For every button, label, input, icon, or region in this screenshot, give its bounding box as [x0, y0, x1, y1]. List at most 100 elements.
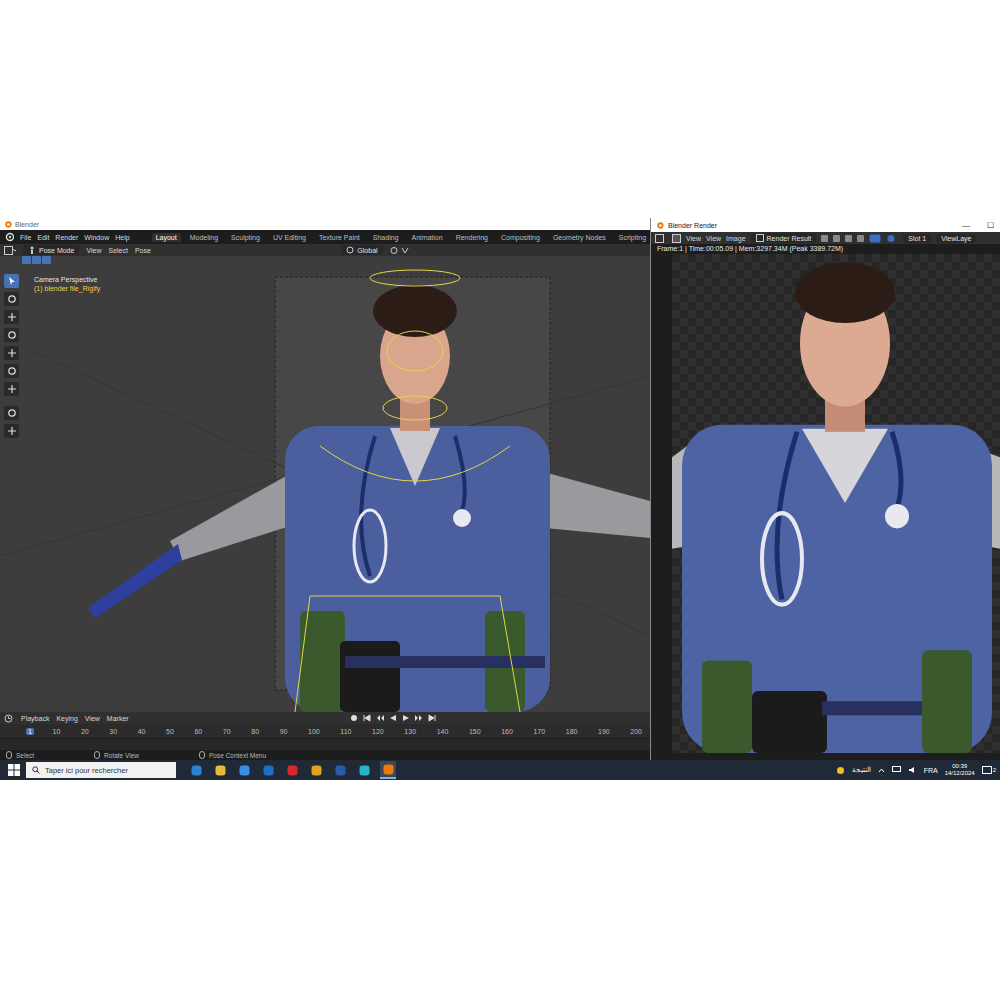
workspace-tab[interactable]: Geometry Nodes — [549, 233, 610, 242]
status-hint-label: Rotate View — [104, 752, 139, 759]
status-hint-label: Select — [16, 752, 34, 759]
workspace-tab[interactable]: UV Editing — [269, 233, 310, 242]
select-mode-button[interactable] — [42, 256, 51, 264]
image-dropdown[interactable]: Render Result — [751, 233, 817, 243]
windows-start-icon[interactable] — [8, 764, 20, 776]
image-action-button[interactable] — [857, 235, 864, 242]
select-tool-button[interactable] — [4, 274, 19, 288]
image-action-button[interactable] — [833, 235, 840, 242]
workspace-tab[interactable]: Compositing — [497, 233, 544, 242]
timeline-menu-item[interactable]: Marker — [107, 715, 129, 722]
snapping-icon[interactable] — [390, 246, 414, 255]
search-box[interactable]: Taper ici pour rechercher — [26, 762, 176, 778]
jump-end-icon[interactable] — [428, 714, 436, 722]
header-menu-item[interactable]: Pose — [135, 247, 151, 254]
view-mode-icon[interactable] — [672, 234, 681, 243]
next-key-icon[interactable] — [415, 714, 423, 722]
image-action-button[interactable] — [845, 235, 852, 242]
taskbar-app-button[interactable] — [356, 761, 372, 779]
tool-button[interactable] — [4, 364, 19, 378]
menu-item[interactable]: File — [20, 234, 31, 241]
play-icon[interactable] — [402, 714, 410, 722]
input-language[interactable]: FRA — [924, 767, 938, 774]
timeline-menu-item[interactable]: View — [85, 715, 100, 722]
taskbar-app-button[interactable] — [236, 761, 252, 779]
taskbar-app-button[interactable] — [188, 761, 204, 779]
zoom-icon[interactable] — [869, 234, 881, 243]
editor-type-icon[interactable] — [655, 234, 667, 243]
timeline-menu-item[interactable]: Playback — [21, 715, 49, 722]
render-result-image[interactable] — [672, 254, 1000, 753]
frame-number: 120 — [370, 728, 386, 735]
weather-label[interactable]: النتيجة — [852, 766, 871, 774]
image-menu-item[interactable]: View — [706, 235, 721, 242]
image-menu-item[interactable]: View — [686, 235, 701, 242]
speaker-icon[interactable] — [908, 766, 917, 774]
notification-button[interactable]: 2 — [982, 766, 996, 775]
select-mode-button[interactable] — [22, 256, 31, 264]
display-channels-icon[interactable] — [886, 234, 898, 243]
network-icon[interactable] — [892, 766, 901, 774]
workspace-tab[interactable]: Scripting — [615, 233, 650, 242]
workspace-tabs: Layout Modeling Sculpting UV Editing Texture… — [152, 233, 666, 242]
clock-time: 00:39 — [952, 763, 967, 770]
workspace-tab[interactable]: Rendering — [452, 233, 492, 242]
view-layer-dropdown[interactable]: ViewLaye — [936, 234, 976, 243]
clock-icon[interactable] — [4, 714, 14, 723]
taskbar-app-button[interactable] — [212, 761, 228, 779]
weather-icon[interactable] — [836, 766, 845, 775]
tool-button[interactable] — [4, 292, 19, 306]
tool-button[interactable] — [4, 328, 19, 342]
editor-type-icon[interactable] — [4, 246, 16, 255]
frame-number: 30 — [107, 728, 119, 735]
window-control-button[interactable]: — — [956, 221, 976, 230]
tool-button[interactable] — [4, 310, 19, 324]
blender-menu-icon[interactable] — [4, 232, 14, 242]
taskbar-app-button[interactable] — [284, 761, 300, 779]
image-menu-item[interactable]: Image — [726, 235, 745, 242]
workspace-tab[interactable]: Shading — [369, 233, 403, 242]
tool-button[interactable] — [4, 382, 19, 396]
slot-dropdown[interactable]: Slot 1 — [903, 234, 931, 243]
timeline-menu-item[interactable]: Keying — [56, 715, 77, 722]
mouse-icon — [199, 751, 205, 759]
menu-item[interactable]: Render — [55, 234, 78, 241]
tool-button[interactable] — [4, 424, 19, 438]
play-reverse-icon[interactable] — [389, 714, 397, 722]
record-icon[interactable] — [350, 714, 358, 722]
taskbar-app-button[interactable] — [260, 761, 276, 779]
chevron-up-icon[interactable] — [878, 767, 885, 774]
clock[interactable]: 00:3914/12/2024 — [945, 763, 975, 777]
image-icon — [756, 234, 764, 242]
workspace-tab[interactable]: Layout — [152, 233, 181, 242]
menu-item[interactable]: Edit — [37, 234, 49, 241]
image-action-button[interactable] — [821, 235, 828, 242]
app-icon — [335, 765, 346, 776]
3d-viewport[interactable]: Camera Perspective(1) blender file_Rigif… — [0, 256, 650, 712]
window-control-button[interactable]: ☐ — [980, 221, 1000, 230]
frame-number: 150 — [467, 728, 483, 735]
tool-button[interactable] — [4, 346, 19, 360]
timeline-track[interactable] — [0, 738, 650, 750]
menu-item[interactable]: Help — [115, 234, 129, 241]
tool-button[interactable] — [4, 406, 19, 420]
frame-ruler[interactable]: 1102030405060708090100110120130140150160… — [0, 724, 650, 738]
select-mode-button[interactable] — [32, 256, 41, 264]
mode-dropdown[interactable]: Pose Mode — [23, 245, 79, 255]
taskbar-app-button[interactable] — [380, 761, 396, 779]
orientation-dropdown[interactable]: Global — [341, 245, 382, 255]
header-menu-item[interactable]: Select — [108, 247, 127, 254]
jump-start-icon[interactable] — [363, 714, 371, 722]
header-menu-item[interactable]: View — [86, 247, 101, 254]
workspace-tab[interactable]: Texture Paint — [315, 233, 364, 242]
taskbar-app-button[interactable] — [308, 761, 324, 779]
menu-item[interactable]: Window — [84, 234, 109, 241]
notification-count: 2 — [993, 767, 996, 773]
prev-key-icon[interactable] — [376, 714, 384, 722]
workspace-tab[interactable]: Modeling — [186, 233, 222, 242]
workspace-tab[interactable]: Sculpting — [227, 233, 264, 242]
taskbar-app-button[interactable] — [332, 761, 348, 779]
timeline-editor: Playback Keying View Marker 1102030405060708… — [0, 712, 650, 750]
workspace-tab[interactable]: Animation — [408, 233, 447, 242]
desktop-screenshot: BlenderFileEditRenderWindowHelpLayoutMod… — [0, 0, 1000, 1000]
